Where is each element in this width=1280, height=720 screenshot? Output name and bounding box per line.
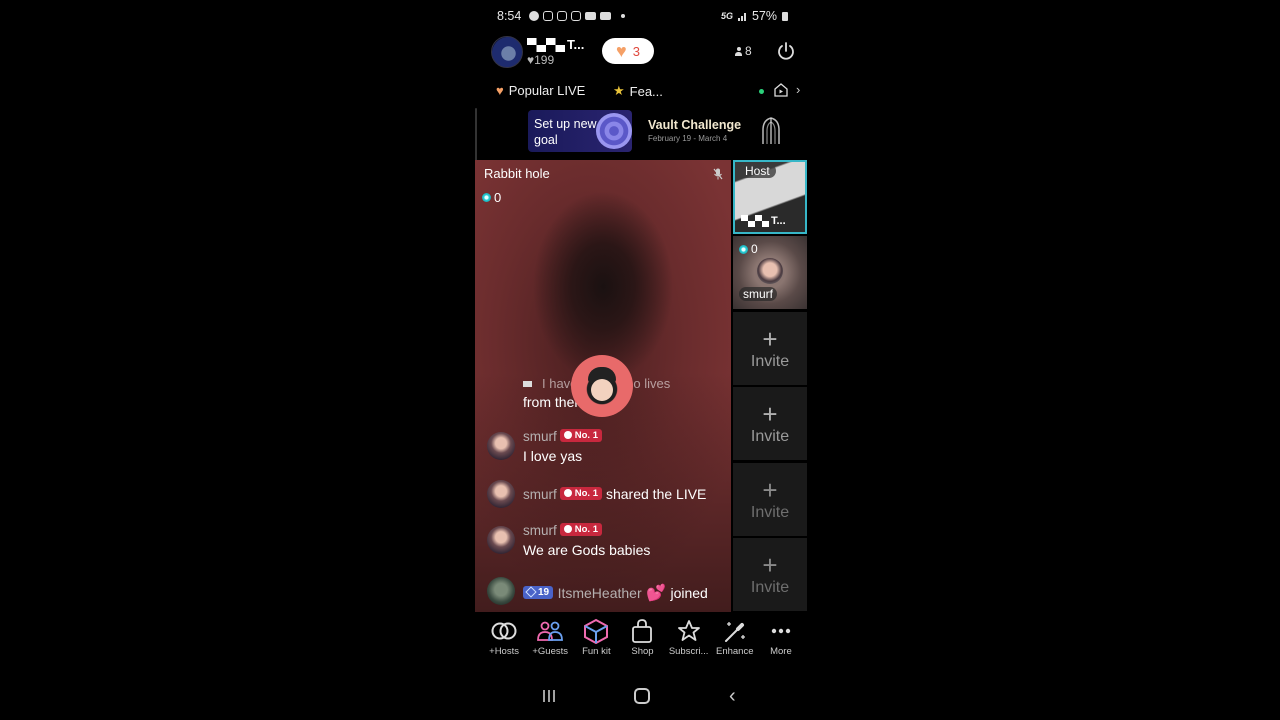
instagram-icon xyxy=(571,11,582,21)
floating-user-avatar[interactable] xyxy=(571,355,633,417)
user-avatar[interactable] xyxy=(487,526,515,554)
host-likes: ♥199 xyxy=(527,53,555,67)
battery-level: 57% xyxy=(751,9,777,23)
viewer-count[interactable]: 8 xyxy=(735,44,752,58)
clock: 8:54 xyxy=(497,9,522,23)
target-icon xyxy=(596,113,632,149)
enhance-button[interactable]: Enhance xyxy=(713,618,757,662)
cube-icon xyxy=(584,618,609,644)
host-avatar[interactable] xyxy=(491,36,523,68)
network-type: 5G xyxy=(720,11,733,21)
plus-icon: + xyxy=(762,323,778,354)
invite-slot[interactable]: + Invite xyxy=(733,387,807,460)
back-icon[interactable]: ‹ xyxy=(729,686,736,706)
heart-gift-button[interactable]: ♥ 3 xyxy=(602,38,654,64)
guests-icon xyxy=(537,621,564,641)
vault-logo-icon xyxy=(762,117,780,144)
system-nav-bar: ‹ xyxy=(475,684,810,708)
diamond-icon xyxy=(525,586,537,598)
subscribe-button[interactable]: Subscri... xyxy=(667,618,711,662)
instagram-icon xyxy=(557,11,568,21)
rank-badge: No. 1 xyxy=(559,486,602,500)
host-tag: Host xyxy=(739,164,776,178)
invite-slot[interactable]: + Invite xyxy=(733,312,807,385)
instagram-icon xyxy=(543,11,554,21)
hosts-link-icon xyxy=(491,622,517,640)
phone-screen: 8:54 5G 57% T... ♥199 ♥ 3 8 ♥ Popular LI… xyxy=(475,0,810,720)
subscribe-star-icon xyxy=(677,620,700,641)
level-badge: 19 xyxy=(523,585,554,599)
redacted-name-icon xyxy=(741,215,769,227)
flag-icon xyxy=(523,381,532,387)
host-tile[interactable]: Host T... xyxy=(733,160,807,234)
live-header: T... ♥199 ♥ 3 8 xyxy=(475,36,810,68)
guest-avatar xyxy=(757,258,783,284)
tab-popular-live[interactable]: ♥ Popular LIVE xyxy=(496,83,585,98)
live-tabs: ♥ Popular LIVE ★ Fea... › xyxy=(475,80,810,102)
set-goal-banner[interactable]: Set up new goal xyxy=(528,110,632,152)
more-button[interactable]: More xyxy=(759,618,803,662)
guest-name: smurf xyxy=(739,287,777,301)
hosts-button[interactable]: +Hosts xyxy=(482,618,526,662)
rank-icon xyxy=(563,431,572,439)
vault-challenge-banner[interactable]: Vault Challenge February 19 - March 4 xyxy=(648,118,741,143)
hearts-emoji: 💕 xyxy=(646,585,666,602)
user-avatar[interactable] xyxy=(487,480,515,508)
guest-coins: 0 xyxy=(739,242,758,256)
live-house-icon[interactable] xyxy=(774,83,788,97)
heart-icon: ♥ xyxy=(496,83,504,98)
battery-icon xyxy=(782,11,788,21)
tab-featured[interactable]: ★ Fea... xyxy=(613,83,663,99)
rank-badge: No. 1 xyxy=(559,428,602,442)
home-icon[interactable] xyxy=(634,688,650,704)
coin-icon xyxy=(739,244,748,254)
signal-icon xyxy=(737,12,746,21)
invite-slot[interactable]: + Invite xyxy=(733,538,807,611)
guest-tile[interactable]: 0 smurf xyxy=(733,236,807,309)
guests-button[interactable]: +Guests xyxy=(528,618,572,662)
heart-icon: ♥ xyxy=(616,41,627,61)
star-person-icon: ★ xyxy=(613,83,625,98)
host-tile-name: T... xyxy=(741,215,786,227)
rank-badge: No. 1 xyxy=(559,522,602,536)
invite-slot[interactable]: + Invite xyxy=(733,463,807,536)
plus-icon: + xyxy=(762,474,778,505)
person-icon xyxy=(735,46,742,56)
dot-icon xyxy=(621,14,626,18)
rank-icon xyxy=(563,525,572,533)
rank-icon xyxy=(563,489,572,497)
status-bar: 8:54 5G 57% xyxy=(497,6,788,26)
power-icon[interactable] xyxy=(776,41,796,61)
chat-feed: I haven't seen no lives from them smurfN… xyxy=(475,160,731,612)
chevron-right-icon[interactable]: › xyxy=(796,82,800,97)
facebook-icon xyxy=(529,11,540,21)
user-avatar[interactable] xyxy=(487,577,515,605)
magic-wand-icon xyxy=(724,622,745,642)
redacted-name-icon xyxy=(527,37,565,52)
youtube-icon xyxy=(585,12,597,20)
fun-kit-button[interactable]: Fun kit xyxy=(574,618,618,662)
host-name[interactable]: T... xyxy=(527,37,584,52)
plus-icon: + xyxy=(762,398,778,429)
shop-button[interactable]: Shop xyxy=(620,618,664,662)
plus-icon: + xyxy=(762,549,778,580)
youtube-icon xyxy=(600,12,612,20)
user-avatar[interactable] xyxy=(487,432,515,460)
live-indicator-dot xyxy=(759,89,764,94)
recents-icon[interactable] xyxy=(541,688,557,704)
more-dots-icon xyxy=(771,628,791,634)
shopping-bag-icon xyxy=(632,619,653,643)
live-toolbar: +Hosts +Guests Fun kit Shop Subscri... E… xyxy=(475,618,810,662)
